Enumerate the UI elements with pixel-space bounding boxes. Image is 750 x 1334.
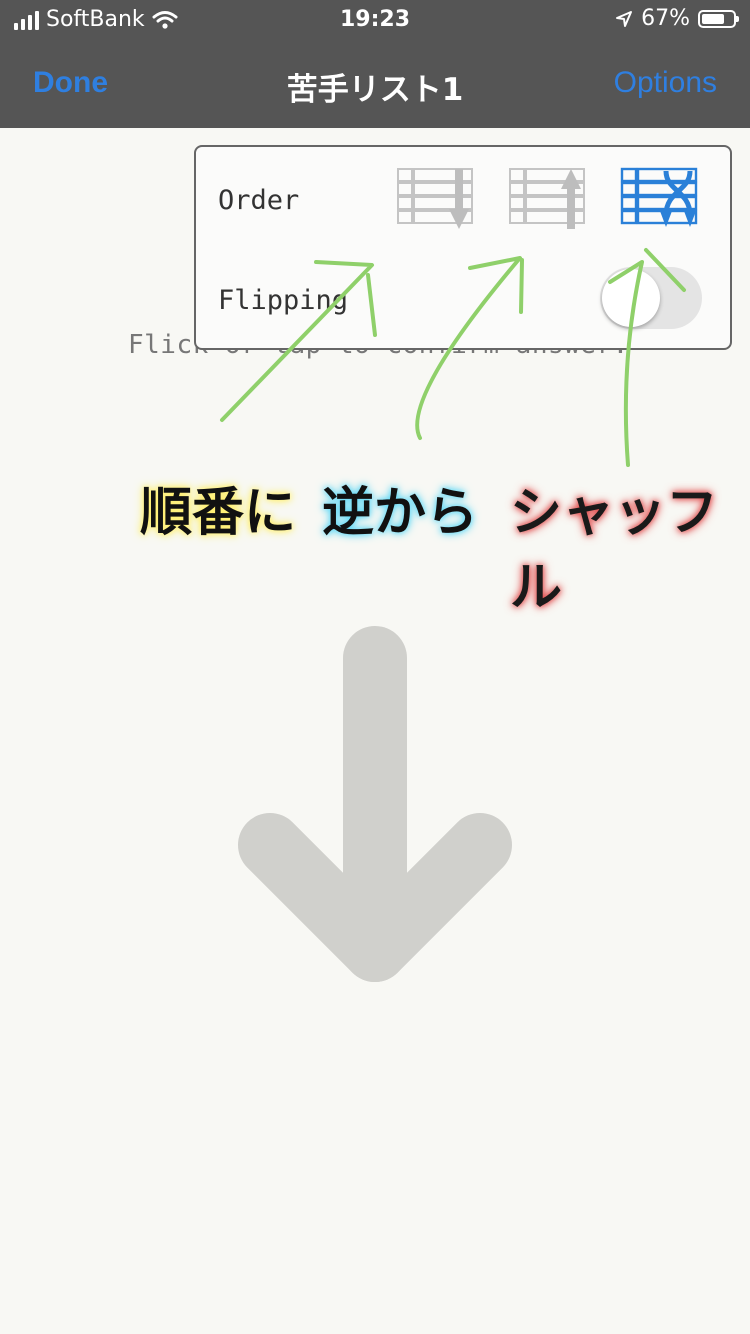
toggle-knob bbox=[602, 269, 660, 327]
status-bar: SoftBank 19:23 67% bbox=[0, 0, 750, 42]
options-popover: Order Flipping bbox=[194, 145, 732, 350]
arrow-down-icon[interactable] bbox=[230, 620, 520, 990]
order-reverse-icon[interactable] bbox=[508, 165, 590, 235]
order-label: Order bbox=[218, 185, 300, 216]
order-sequential-icon[interactable] bbox=[396, 165, 478, 235]
battery-icon bbox=[698, 9, 739, 28]
flipping-toggle[interactable] bbox=[600, 267, 702, 329]
flipping-label: Flipping bbox=[218, 285, 349, 316]
battery-percent: 67% bbox=[641, 6, 690, 31]
annotation-sequential: 順番に bbox=[140, 483, 297, 543]
top-bar: SoftBank 19:23 67% Done 苦手リスト1 Options bbox=[0, 0, 750, 128]
options-button[interactable]: Options bbox=[614, 66, 717, 100]
annotation-shuffle: シャッフル bbox=[510, 483, 719, 618]
order-shuffle-icon[interactable] bbox=[620, 165, 702, 235]
status-right: 67% bbox=[615, 6, 739, 31]
location-icon bbox=[616, 10, 633, 27]
annotation-reverse: 逆から bbox=[322, 483, 479, 543]
navigation-bar: Done 苦手リスト1 Options bbox=[0, 42, 750, 128]
